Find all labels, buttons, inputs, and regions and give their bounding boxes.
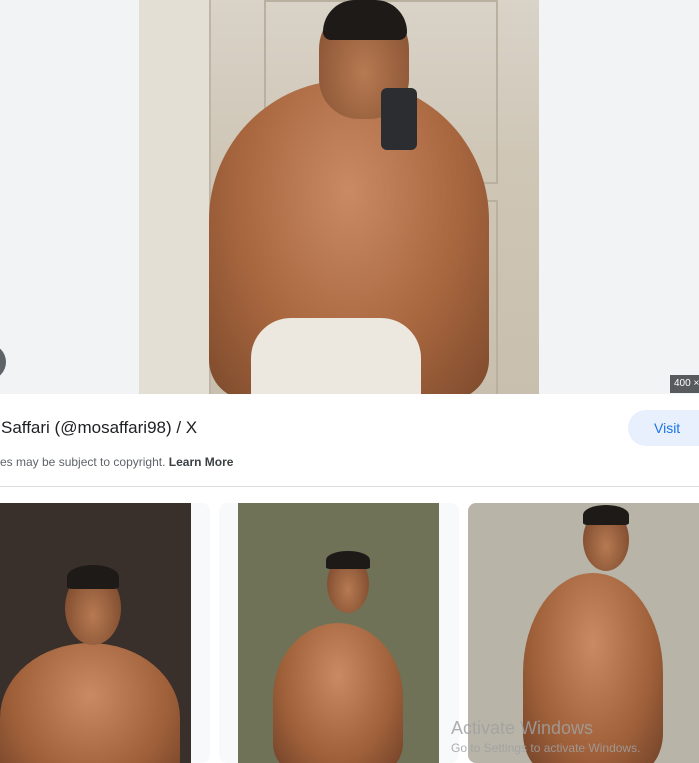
- visit-button[interactable]: Visit: [628, 410, 699, 446]
- thumb-subject-hair: [326, 551, 370, 569]
- image-preview-panel: 400 ×: [0, 0, 699, 394]
- activate-windows-watermark: Activate Windows Go to Settings to activ…: [451, 718, 640, 755]
- related-image-card[interactable]: [0, 503, 210, 763]
- thumb-subject-hair: [67, 565, 119, 589]
- learn-more-link[interactable]: Learn More: [169, 455, 234, 469]
- thumb-subject-body: [0, 643, 180, 763]
- thumb-subject-hair: [583, 505, 629, 525]
- image-size-badge: 400 ×: [670, 375, 699, 393]
- thumb-subject-body: [273, 623, 403, 763]
- divider: [0, 486, 699, 487]
- door-frame: [139, 0, 211, 394]
- prev-image-button[interactable]: [0, 344, 6, 380]
- main-preview-image[interactable]: [139, 0, 539, 394]
- phone: [381, 88, 417, 150]
- copyright-text: es may be subject to copyright.: [0, 455, 166, 469]
- related-image-card[interactable]: [219, 503, 459, 763]
- watermark-line-2: Go to Settings to activate Windows.: [451, 741, 641, 755]
- result-title[interactable]: Saffari (@mosaffari98) / X: [1, 418, 197, 438]
- towel: [251, 318, 421, 394]
- subject-hair: [323, 0, 407, 40]
- copyright-notice: es may be subject to copyright. Learn Mo…: [0, 455, 233, 469]
- watermark-line-1: Activate Windows: [451, 718, 594, 738]
- related-image: [238, 503, 439, 763]
- related-image: [0, 503, 191, 763]
